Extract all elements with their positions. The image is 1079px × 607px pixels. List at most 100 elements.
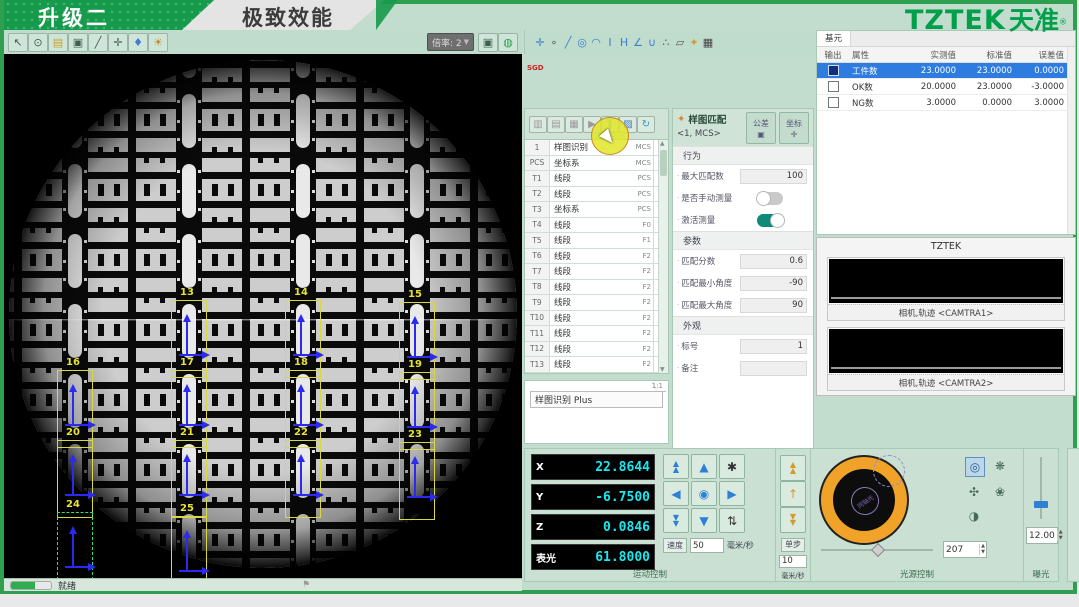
segment-light-icon[interactable]: ✣ <box>965 483 983 501</box>
refresh-icon[interactable]: ↻ <box>637 116 655 133</box>
probe-icon[interactable]: ♦ <box>128 33 148 52</box>
sequence-row-name: 线段 <box>550 233 625 248</box>
sequence-row[interactable]: T5线段F1 <box>525 233 668 249</box>
sequence-row[interactable]: T9线段F2 <box>525 295 668 311</box>
sequence-row-frame: MCS <box>625 156 653 171</box>
zoom-icon[interactable]: ⊙ <box>28 33 48 52</box>
results-cell-standard: 0.0000 <box>959 98 1015 108</box>
results-row[interactable]: NG数3.00000.00003.0000NA, NA <box>817 95 1075 111</box>
sequence-row[interactable]: T6线段F2 <box>525 249 668 265</box>
sequence-row[interactable]: T12线段F2 <box>525 342 668 358</box>
snapshot-camera-icon[interactable]: ▣ <box>478 33 498 52</box>
jog-up-icon[interactable]: ▲ <box>691 454 717 479</box>
results-row[interactable]: 工件数23.000023.00000.0000NA, NA <box>817 63 1075 79</box>
spinner-arrows-icon[interactable]: ▲▼ <box>979 544 986 555</box>
sequence-row[interactable]: T2线段PCS <box>525 187 668 203</box>
ring-light-icon[interactable]: ◎ <box>965 457 985 477</box>
distance-tool-icon[interactable]: I <box>603 34 617 51</box>
circle-tool-icon[interactable]: ◎ <box>575 34 589 51</box>
sequence-row[interactable]: T3坐标系PCS <box>525 202 668 218</box>
coaxial-light-icon[interactable]: ❋ <box>991 457 1009 475</box>
z-fast-up-icon[interactable]: ▲▲ <box>780 455 806 481</box>
exposure-label: 曝光 <box>1024 568 1058 580</box>
template-name-field[interactable]: 样图识别 Plus <box>530 391 663 408</box>
sequence-row[interactable]: T8线段F2 <box>525 280 668 296</box>
sequence-list[interactable]: 1样图识别MCS✓PCS坐标系MCST1线段PCST2线段PCST3坐标系PCS… <box>524 140 669 374</box>
dome-light-icon[interactable]: ❀ <box>991 483 1009 501</box>
step-mode-button[interactable]: 单步 <box>781 538 805 552</box>
coordinate-button[interactable]: 坐标 ✛ <box>779 112 809 144</box>
bullet-icon: · <box>677 342 679 350</box>
results-scrollbar[interactable] <box>1067 47 1075 234</box>
speed-input[interactable]: 50 <box>690 538 724 553</box>
property-input[interactable]: 90 <box>740 298 807 313</box>
property-row: ·激活测量 <box>673 209 813 231</box>
point-tool-icon[interactable]: ∘ <box>547 34 561 51</box>
z-up-icon[interactable]: ↑ <box>780 481 806 507</box>
jog-down-icon[interactable]: ▼ <box>691 508 717 533</box>
jog-right-icon[interactable]: ▶ <box>719 481 745 506</box>
import-icon[interactable]: ▥ <box>529 116 547 133</box>
property-label: 匹配最大角度 <box>681 299 740 311</box>
sequence-row[interactable]: PCS坐标系MCS <box>525 156 668 172</box>
sequence-row[interactable]: T1线段PCS <box>525 171 668 187</box>
results-row[interactable]: OK数20.000023.0000-3.0000NA, NA <box>817 79 1075 95</box>
property-input[interactable]: -90 <box>740 276 807 291</box>
exposure-slider[interactable] <box>1040 457 1042 519</box>
exposure-spinner[interactable]: 12.00 ▲▼ <box>1026 527 1058 544</box>
property-input[interactable]: 0.6 <box>740 254 807 269</box>
property-input[interactable]: 100 <box>740 169 807 184</box>
magnification-dropdown[interactable]: 倍率: 2 ▼ <box>427 33 474 51</box>
line-tool-icon[interactable]: ╱ <box>561 34 575 51</box>
output-checkbox[interactable] <box>828 81 839 92</box>
coordinate-axis-icon[interactable]: ✛ <box>533 34 547 51</box>
light-bulb-icon[interactable]: ☀ <box>148 33 168 52</box>
output-checkbox[interactable] <box>828 97 839 108</box>
tab-primitives[interactable]: 基元 <box>817 31 851 46</box>
jog-fast-down-icon[interactable]: ▼▼ <box>663 508 689 533</box>
globe-icon[interactable]: ◍ <box>498 33 518 52</box>
sequence-scrollbar[interactable] <box>658 140 668 373</box>
jog-stop-icon[interactable]: ◉ <box>691 481 717 506</box>
settings-gear-icon[interactable]: ✱ <box>719 454 745 479</box>
select-cursor-icon[interactable]: ↖ <box>8 33 28 52</box>
jog-fast-up-icon[interactable]: ▲▲ <box>663 454 689 479</box>
blob-tool-icon[interactable]: ∴ <box>659 34 673 51</box>
wafer-image[interactable]: 13141516171819202122232425 <box>4 54 522 578</box>
crosshair-icon[interactable]: ✛ <box>108 33 128 52</box>
arc-tool-icon[interactable]: ◠ <box>589 34 603 51</box>
match-number: 24 <box>66 499 80 510</box>
sequence-row[interactable]: T7线段F2 <box>525 264 668 280</box>
light-value-spinner[interactable]: 207 ▲▼ <box>943 541 987 558</box>
match-annotation: 25 <box>171 516 207 578</box>
output-checkbox[interactable] <box>828 65 839 76</box>
copy-icon[interactable]: ▤ <box>547 116 565 133</box>
angle-tool-icon[interactable]: ∠ <box>631 34 645 51</box>
save-icon[interactable]: ▦ <box>565 116 583 133</box>
mask-tool-icon[interactable]: ▱ <box>673 34 687 51</box>
sequence-row[interactable]: T10线段F2 <box>525 311 668 327</box>
spinner-arrows-icon[interactable]: ▲▼ <box>1057 530 1064 541</box>
gallery-icon[interactable]: ▤ <box>48 33 68 52</box>
capture-frame-icon[interactable]: ▣ <box>68 33 88 52</box>
width-tool-icon[interactable]: H <box>617 34 631 51</box>
sequence-row[interactable]: T4线段F0 <box>525 218 668 234</box>
property-toggle[interactable] <box>757 214 783 227</box>
property-input[interactable] <box>740 361 807 376</box>
property-toggle[interactable] <box>757 192 783 205</box>
step-input[interactable]: 10 <box>779 555 807 569</box>
tolerance-button[interactable]: 公差 ▣ <box>746 112 776 144</box>
grid-tool-icon[interactable]: ▦ <box>701 34 715 51</box>
jog-config-icon[interactable]: ⇅ <box>719 508 745 533</box>
color-tool-icon[interactable]: ✦ <box>687 34 701 51</box>
light-ring-diagram[interactable]: 同轴光 <box>821 457 907 543</box>
curve-tool-icon[interactable]: ∪ <box>645 34 659 51</box>
z-fast-down-icon[interactable]: ▼▼ <box>780 507 806 533</box>
property-input[interactable]: 1 <box>740 339 807 354</box>
backlight-icon[interactable]: ◑ <box>965 507 983 525</box>
sequence-row[interactable]: T11线段F2 <box>525 326 668 342</box>
sequence-row[interactable]: T13线段F2 <box>525 357 668 373</box>
light-intensity-slider[interactable] <box>821 549 933 551</box>
measure-line-icon[interactable]: ╱ <box>88 33 108 52</box>
jog-left-icon[interactable]: ◀ <box>663 481 689 506</box>
